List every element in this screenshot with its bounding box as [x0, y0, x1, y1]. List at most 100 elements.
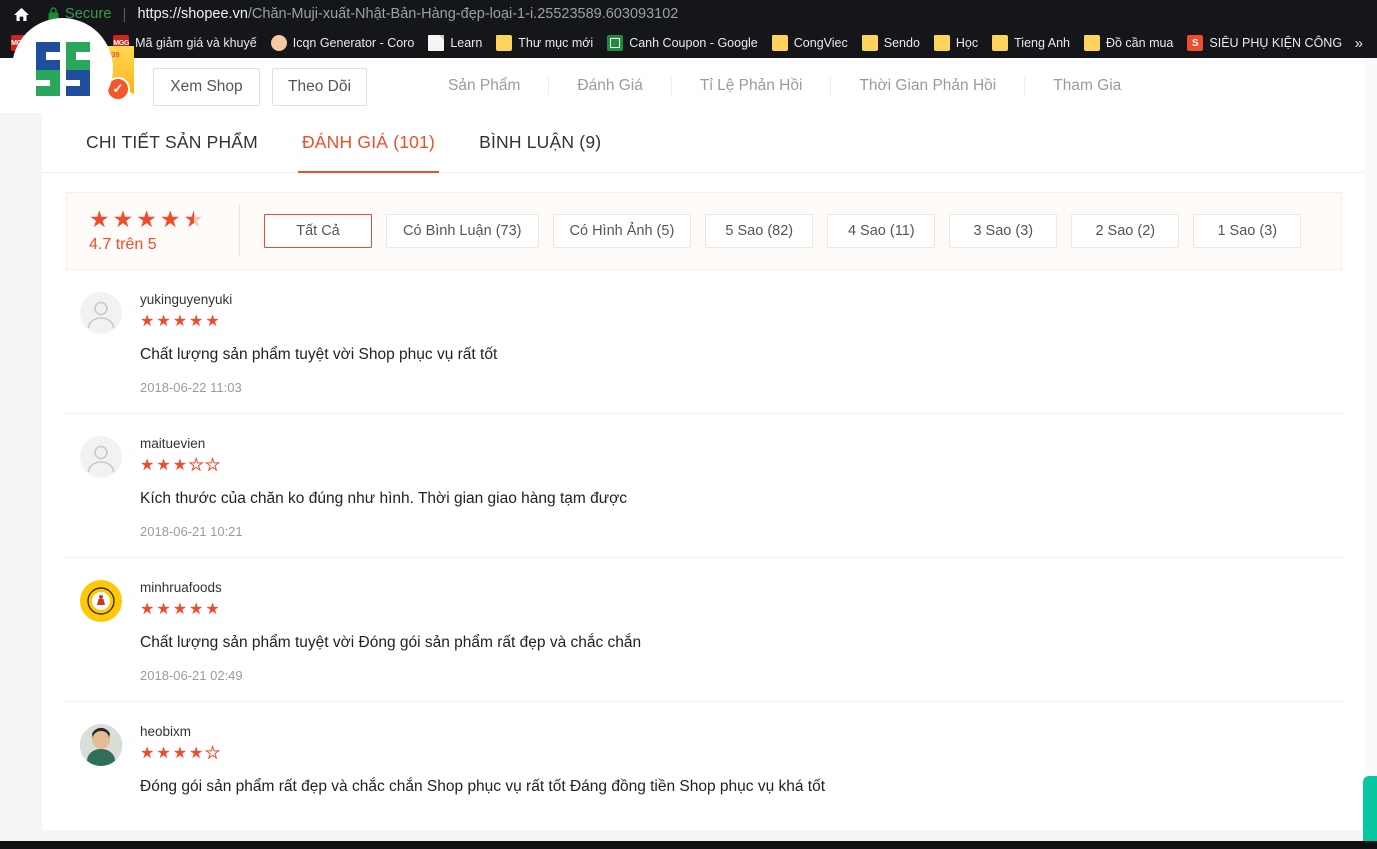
bookmark-item[interactable]: Sendo: [855, 31, 927, 55]
filter-chip-7[interactable]: 1 Sao (3): [1193, 214, 1302, 248]
bookmark-label: Đồ cần mua: [1105, 36, 1174, 50]
product-tabs: CHI TIẾT SẢN PHẨM ĐÁNH GIÁ (101) BÌNH LUẬN…: [42, 113, 1366, 173]
star-filled-icon: ★: [136, 206, 157, 232]
divider: [239, 205, 240, 257]
star-filled-icon: ★: [140, 601, 155, 618]
filter-chip-3[interactable]: 5 Sao (82): [705, 214, 814, 248]
shop-stat-4: Tham Gia: [1053, 76, 1122, 94]
avatar[interactable]: [80, 292, 122, 334]
follow-shop-button[interactable]: Theo Dõi: [272, 68, 367, 106]
bookmark-item[interactable]: Tieng Anh: [985, 31, 1077, 55]
bookmark-item[interactable]: S SIÊU PHỤ KIỆN CÔNG: [1180, 31, 1349, 55]
bookmark-label: Canh Coupon - Google: [629, 36, 758, 50]
window-bottom-edge: [0, 841, 1377, 849]
avatar[interactable]: [80, 724, 122, 766]
bookmark-item[interactable]: Đồ cần mua: [1077, 31, 1180, 55]
bookmark-label: Thư mục mới: [518, 36, 594, 50]
bookmark-label: SIÊU PHỤ KIỆN CÔNG: [1209, 36, 1343, 50]
bookmark-label: Icqn Generator - Coro: [292, 36, 415, 50]
star-filled-icon: ★: [205, 313, 220, 330]
review-body: yukinguyenyuki ★ ★ ★ ★ ★ Chất lượng sản phẩm …: [140, 292, 1342, 395]
star-filled-icon: ★: [189, 745, 204, 762]
browser-url-bar[interactable]: Secure | https://shopee.vn/Chăn-Muji-xuấ…: [0, 0, 1377, 28]
bookmark-item[interactable]: Canh Coupon - Google: [600, 31, 765, 55]
shop-stat-1: Đánh Giá: [549, 76, 672, 95]
tab-2[interactable]: BÌNH LUẬN (9): [457, 113, 623, 173]
bookmark-label: Mã giảm giá và khuyế: [135, 36, 257, 50]
home-icon[interactable]: [8, 7, 34, 22]
shopee-icon: S: [1187, 35, 1204, 51]
review-username[interactable]: yukinguyenyuki: [140, 292, 1342, 307]
bookmark-label: Sendo: [883, 36, 920, 50]
star-filled-icon: ★: [156, 601, 171, 618]
star-empty-icon: ★: [205, 457, 220, 474]
ratings-section: ★ ★ ★ ★ ★ 4.7 trên 5 Tất Cả Có Bình Luận (73)…: [42, 173, 1366, 270]
bookmark-item[interactable]: Learn: [421, 31, 489, 55]
document-icon: [428, 35, 445, 51]
tab-1[interactable]: ĐÁNH GIÁ (101): [280, 113, 457, 173]
star-filled-icon: ★: [172, 313, 188, 330]
review-timestamp: 2018-06-21 10:21: [140, 524, 243, 539]
bear-icon: [270, 35, 287, 51]
page-scrollbar[interactable]: [1364, 58, 1377, 849]
star-filled-icon: ★: [156, 745, 171, 762]
star-filled-icon: ★: [159, 206, 181, 232]
review-timestamp: 2018-06-21 02:49: [140, 668, 243, 683]
review-text: Chất lượng sản phẩm tuyệt vời Shop phục …: [140, 346, 498, 363]
star-filled-icon: ★: [156, 313, 171, 330]
tab-0[interactable]: CHI TIẾT SẢN PHẨM: [64, 113, 280, 173]
filter-chip-5[interactable]: 3 Sao (3): [949, 214, 1058, 248]
review-item: yukinguyenyuki ★ ★ ★ ★ ★ Chất lượng sản phẩm …: [66, 270, 1342, 414]
filter-chip-4[interactable]: 4 Sao (11): [827, 214, 936, 248]
bookmark-label: Học: [955, 36, 979, 50]
review-stars: ★ ★ ★ ★ ★: [140, 314, 1342, 330]
review-body: heobixm ★ ★ ★ ★ ★ Đóng gói sản phẩm rất đẹp v…: [140, 724, 1342, 812]
folder-icon: [771, 35, 788, 51]
shop-stat-2: Tỉ Lệ Phản Hồi: [672, 76, 832, 95]
rating-filter-chips: Tất Cả Có Bình Luận (73) Có Hình Ảnh (5) 5 …: [264, 214, 1302, 248]
avatar[interactable]: [80, 580, 122, 622]
star-empty-icon: ★: [205, 745, 220, 762]
review-username[interactable]: minhruafoods: [140, 580, 1342, 595]
folder-icon: [933, 35, 950, 51]
review-text: Chất lượng sản phẩm tuyệt vời Đóng gói s…: [140, 634, 642, 651]
review-item: heobixm ★ ★ ★ ★ ★ Đóng gói sản phẩm rất đẹp v…: [66, 702, 1342, 830]
review-text: Đóng gói sản phẩm rất đẹp và chắc chắn S…: [140, 778, 826, 795]
ratings-filter-panel: ★ ★ ★ ★ ★ 4.7 trên 5 Tất Cả Có Bình Luận (73)…: [66, 192, 1342, 270]
bookmarks-overflow-button[interactable]: »: [1347, 31, 1371, 55]
folder-icon: [992, 35, 1009, 51]
star-filled-icon: ★: [172, 457, 188, 474]
browser-chrome: Secure | https://shopee.vn/Chăn-Muji-xuấ…: [0, 0, 1377, 58]
filter-chip-0[interactable]: Tất Cả: [264, 214, 372, 248]
avatar[interactable]: [80, 436, 122, 478]
floating-chat-widget[interactable]: [1363, 776, 1377, 848]
shop-logo-overlay: [12, 18, 113, 119]
bookmark-item[interactable]: Thư mục mới: [489, 31, 600, 55]
bookmark-item[interactable]: Học: [927, 31, 985, 55]
review-username[interactable]: maituevien: [140, 436, 1342, 451]
star-filled-icon: ★: [140, 313, 155, 330]
filter-chip-6[interactable]: 2 Sao (2): [1071, 214, 1180, 248]
url-text[interactable]: https://shopee.vn/Chăn-Muji-xuất-Nhật-Bả…: [137, 6, 678, 22]
review-item: minhruafoods ★ ★ ★ ★ ★ Chất lượng sản phẩm tu…: [66, 558, 1342, 702]
view-shop-button[interactable]: Xem Shop: [153, 68, 260, 106]
shop-header-strip: 2839 ✓ Xem Shop Theo Dõi Sản Phẩm Đánh Gi…: [0, 46, 1377, 113]
url-separator: |: [122, 5, 127, 23]
review-username[interactable]: heobixm: [140, 724, 1342, 739]
folder-icon: [1083, 35, 1100, 51]
rating-score-label: 4.7 trên 5: [89, 236, 157, 253]
url-host: https://shopee.vn: [137, 6, 248, 22]
filter-chip-1[interactable]: Có Bình Luận (73): [386, 214, 539, 248]
bookmark-label: CongViec: [793, 36, 848, 50]
product-detail-card: CHI TIẾT SẢN PHẨM ĐÁNH GIÁ (101) BÌNH LUẬN…: [42, 113, 1366, 830]
star-filled-icon: ★: [205, 601, 220, 618]
review-stars: ★ ★ ★ ★ ★: [140, 745, 1342, 762]
bookmark-item[interactable]: CongViec: [765, 31, 855, 55]
sheets-icon: [607, 35, 624, 51]
bookmarks-bar: MGGMGGiảm GiMGGMã giảm giá và khuyếIcqn …: [0, 28, 1377, 58]
bookmark-item[interactable]: Icqn Generator - Coro: [264, 31, 422, 55]
filter-chip-2[interactable]: Có Hình Ảnh (5): [552, 214, 692, 248]
review-item: maituevien ★ ★ ★ ★ ★ Kích thước của chăn ko đú…: [66, 414, 1342, 558]
star-filled-icon: ★: [189, 313, 204, 330]
review-timestamp: 2018-06-22 11:03: [140, 380, 242, 395]
